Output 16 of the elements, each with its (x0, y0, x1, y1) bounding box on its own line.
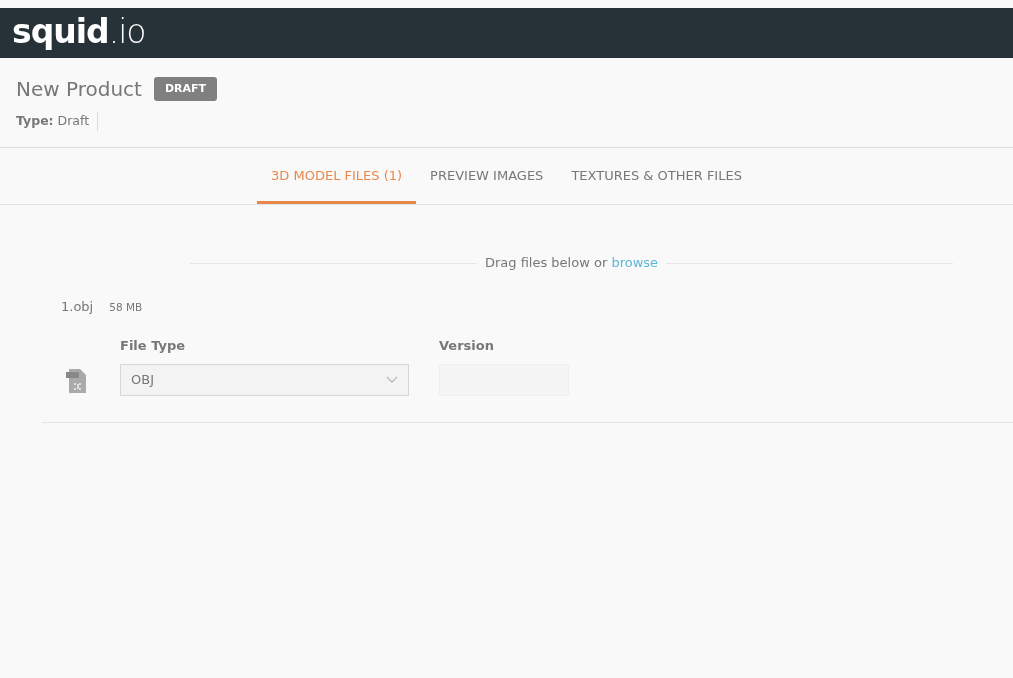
file-name: 1.obj (61, 297, 94, 316)
chevron-down-icon (386, 376, 398, 384)
browse-link[interactable]: browse (611, 255, 659, 271)
logo[interactable]: squid.io (12, 12, 146, 51)
file-type-select[interactable]: OBJ (120, 363, 409, 396)
tab[interactable]: 3D MODEL FILES (1) (257, 147, 417, 205)
page-title: New Product (16, 76, 142, 103)
tab[interactable]: TEXTURES & OTHER FILES (557, 147, 756, 205)
file-icon (65, 367, 88, 394)
field-label: File Type (120, 337, 187, 356)
file-size: 58 MB (109, 299, 143, 315)
type-text: Type: Draft (16, 112, 99, 131)
field-label: Version (439, 337, 495, 356)
status-badge: DRAFT (153, 76, 218, 102)
tab[interactable]: PREVIEW IMAGES (416, 147, 558, 205)
drag-drop-hint: Drag files below or browse (484, 254, 659, 273)
